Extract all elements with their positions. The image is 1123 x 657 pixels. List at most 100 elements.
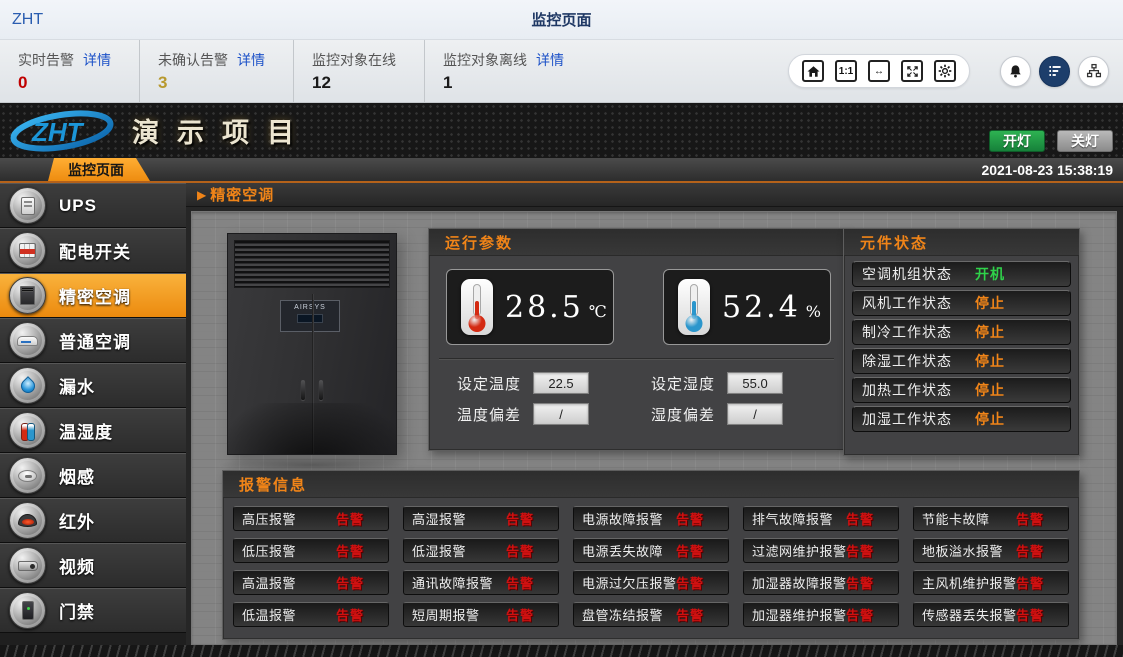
icon-ring	[9, 187, 46, 224]
sidebar-item-label: 温湿度	[59, 418, 113, 443]
component-status-panel: 元件状态 空调机组状态 开机 风机工作状态 停止	[843, 228, 1080, 456]
sidebar-item[interactable]: 烟感	[0, 453, 186, 498]
unconfirmed-detail-link[interactable]: 详情	[237, 50, 265, 70]
ac-grille	[234, 240, 390, 288]
alarm-item: 盘管冻结报警 告警	[573, 602, 729, 627]
alarm-item: 过滤网维护报警 告警	[743, 538, 899, 563]
status-value: 开机	[975, 264, 1005, 284]
bell-icon[interactable]	[1000, 56, 1031, 87]
monitoring-app: ZHT 监控页面 实时告警 详情 0 未确认告警 详情 3 监控对象在线 12	[0, 0, 1123, 657]
setting-label: 设定湿度	[651, 373, 715, 394]
sidebar-item[interactable]: 普通空调	[0, 318, 186, 363]
sidebar-item[interactable]: 精密空调	[0, 273, 186, 318]
stat-label: 监控对象离线	[443, 50, 527, 70]
ac-screen	[297, 314, 323, 323]
light-on-button[interactable]: 开灯	[989, 130, 1045, 152]
alarm-label: 加湿器维护报警	[744, 605, 847, 624]
light-off-button[interactable]: 关灯	[1057, 130, 1113, 152]
alarm-label: 盘管冻结报警	[574, 605, 663, 624]
setting-value-field[interactable]: /	[727, 403, 783, 425]
stat-label: 实时告警	[18, 50, 74, 70]
status-row: 加热工作状态 停止	[852, 377, 1071, 403]
ac-doors	[228, 338, 396, 454]
toolbar-icons: 1:1 ↔	[788, 40, 1123, 102]
setting-label: 温度偏差	[457, 404, 521, 425]
sidebar-item[interactable]: 配电开关	[0, 228, 186, 273]
sidebar-item[interactable]: UPS	[0, 183, 186, 228]
sidebar-item[interactable]: 温湿度	[0, 408, 186, 453]
stat-unconfirmed-alarms: 未确认告警 详情 3	[154, 40, 294, 102]
thermometer-icon	[461, 279, 493, 335]
alarm-label: 节能卡故障	[914, 509, 990, 528]
door-access-icon	[22, 601, 34, 620]
alarm-status: 告警	[336, 509, 364, 528]
status-row: 制冷工作状态 停止	[852, 319, 1071, 345]
setting-value-field[interactable]: 22.5	[533, 372, 589, 394]
sidebar-item[interactable]: 漏水	[0, 363, 186, 408]
setting-value-field[interactable]: 55.0	[727, 372, 783, 394]
setting-row: 湿度偏差 /	[651, 403, 783, 425]
alarm-status: 告警	[1016, 509, 1044, 528]
settings-gear-icon[interactable]	[934, 60, 956, 82]
offline-detail-link[interactable]: 详情	[536, 50, 564, 70]
sidebar-item[interactable]: 红外	[0, 498, 186, 543]
sidebar-filler	[0, 633, 186, 645]
topology-icon[interactable]	[1078, 56, 1109, 87]
precision-ac-icon	[20, 286, 35, 305]
realtime-detail-link[interactable]: 详情	[83, 50, 111, 70]
sidebar-item-label: 漏水	[59, 373, 95, 398]
home-icon[interactable]	[802, 60, 824, 82]
setting-row: 设定湿度 55.0	[651, 372, 783, 394]
view-controls: 1:1 ↔	[788, 54, 970, 88]
breaker-icon	[19, 243, 36, 258]
stat-objects-online: 监控对象在线 12	[308, 40, 425, 102]
tab-monitoring-page[interactable]: 监控页面	[48, 158, 150, 181]
alarm-label: 电源过欠压报警	[574, 573, 677, 592]
fullscreen-icon[interactable]	[901, 60, 923, 82]
infrared-icon	[18, 514, 37, 527]
alarm-item: 排气故障报警 告警	[743, 506, 899, 531]
alarm-status: 告警	[506, 573, 534, 592]
status-label: 加湿工作状态	[853, 409, 952, 429]
status-row: 加湿工作状态 停止	[852, 406, 1071, 432]
alarm-label: 高湿报警	[404, 509, 466, 528]
alarm-item: 高温报警 告警	[233, 570, 389, 595]
alarm-status: 告警	[846, 509, 874, 528]
sidebar-item[interactable]: 视频	[0, 543, 186, 588]
setting-value-field[interactable]: /	[533, 403, 589, 425]
alarm-label: 高温报警	[234, 573, 296, 592]
sidebar-item-label: 红外	[59, 508, 95, 533]
ac-control-panel: AIRSYS	[280, 300, 340, 332]
sidebar-item-label: 配电开关	[59, 238, 131, 263]
alarm-status: 告警	[506, 509, 534, 528]
alarm-item: 短周期报警 告警	[403, 602, 559, 627]
alarm-item: 地板溢水报警 告警	[913, 538, 1069, 563]
humidity-gauge: 52.4%	[663, 269, 831, 345]
alarm-label: 高压报警	[234, 509, 296, 528]
ups-icon	[21, 197, 35, 215]
alarm-status: 告警	[336, 541, 364, 560]
temperature-value: 28.5	[505, 290, 584, 325]
icon-ring	[9, 367, 46, 404]
alarm-label: 电源故障报警	[574, 509, 663, 528]
alarm-status: 告警	[676, 573, 704, 592]
alarm-item: 电源丢失故障 告警	[573, 538, 729, 563]
icon-ring	[9, 322, 46, 359]
alarm-status: 告警	[676, 509, 704, 528]
actual-size-icon[interactable]: 1:1	[835, 60, 857, 82]
status-label: 空调机组状态	[853, 264, 952, 284]
alarm-item: 加湿器维护报警 告警	[743, 602, 899, 627]
alarm-label: 低温报警	[234, 605, 296, 624]
temp-humidity-icon	[19, 422, 37, 440]
alarm-item: 低压报警 告警	[233, 538, 389, 563]
ac-brand-label: AIRSYS	[281, 304, 339, 311]
tab-bar: 监控页面 2021-08-23 15:38:19	[0, 158, 1123, 183]
sidebar-item[interactable]: 门禁	[0, 588, 186, 633]
alarm-status: 告警	[846, 605, 874, 624]
stat-value: 3	[158, 73, 265, 93]
fit-width-icon[interactable]: ↔	[868, 60, 890, 82]
sidebar-item-label: 精密空调	[59, 283, 131, 308]
sidebar-nav: UPS 配电开关 精密空调 普通空调	[0, 183, 186, 645]
alarm-list-icon[interactable]	[1039, 56, 1070, 87]
temperature-gauge: 28.5℃	[446, 269, 614, 345]
